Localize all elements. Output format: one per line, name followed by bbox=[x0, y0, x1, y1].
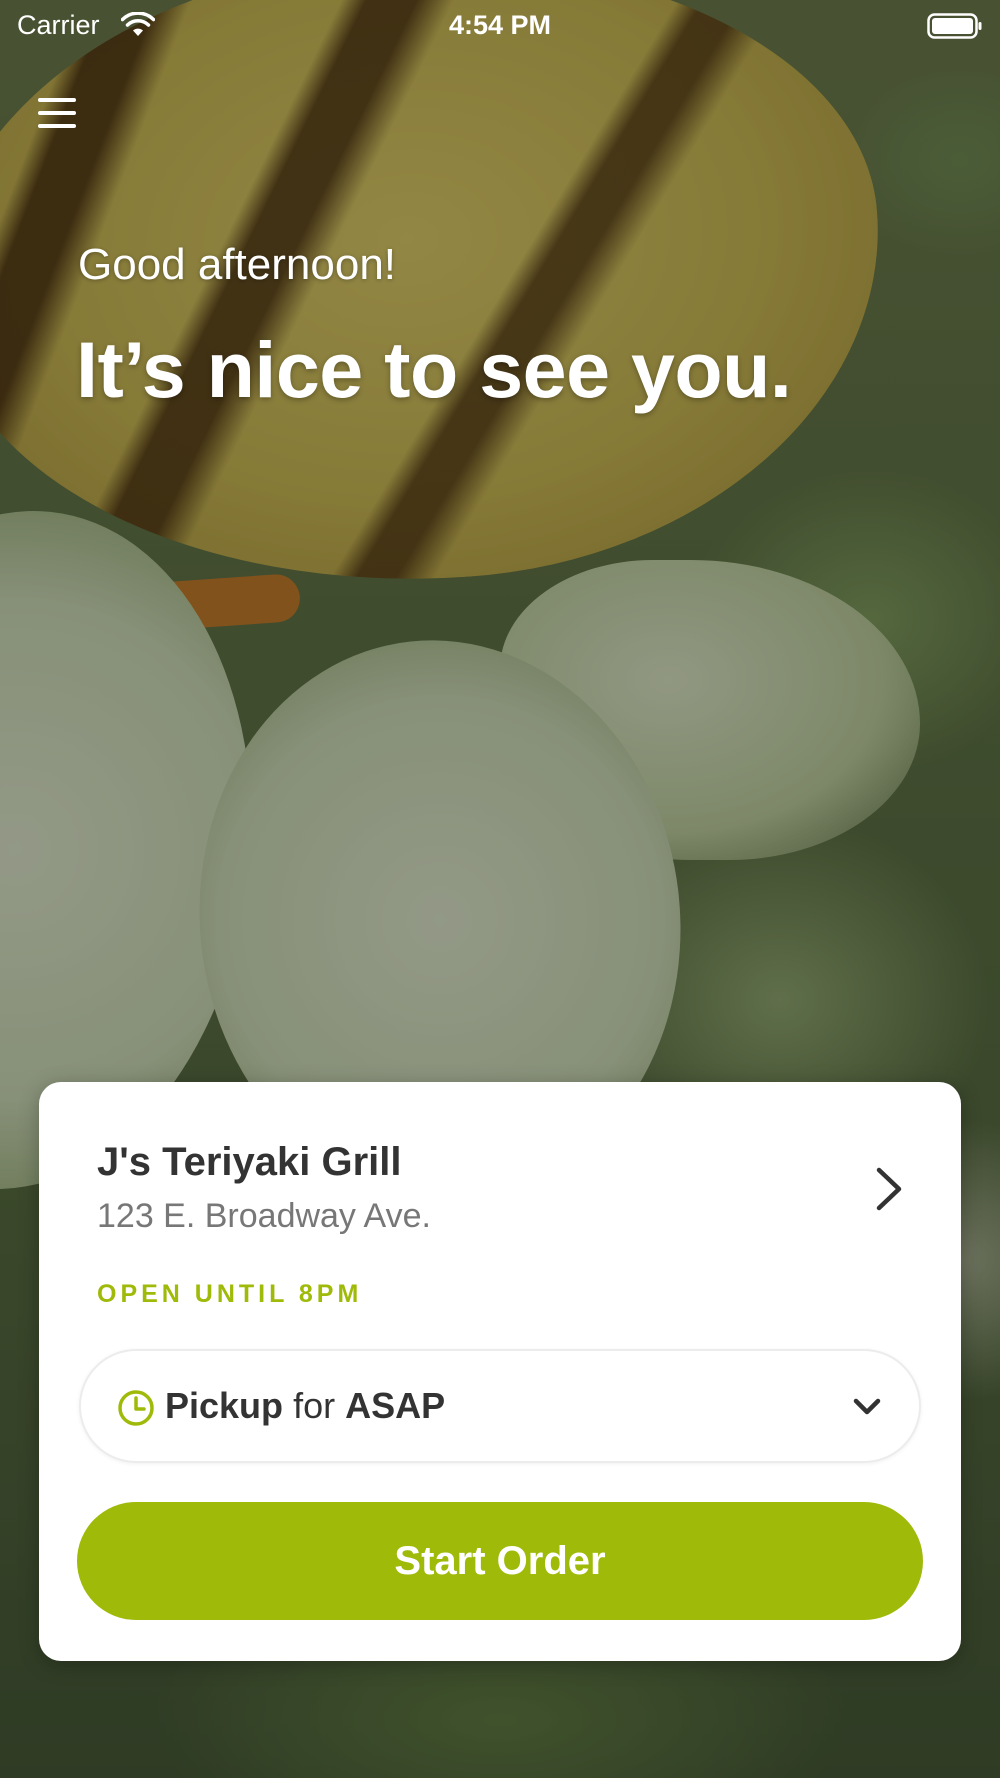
chevron-right-icon[interactable] bbox=[869, 1164, 909, 1214]
clock-icon bbox=[118, 1390, 154, 1426]
start-order-button[interactable]: Start Order bbox=[77, 1502, 923, 1620]
battery-icon bbox=[927, 13, 982, 39]
location-card: J's Teriyaki Grill 123 E. Broadway Ave. … bbox=[39, 1082, 961, 1661]
greeting-headline: It’s nice to see you. bbox=[76, 325, 792, 414]
restaurant-name[interactable]: J's Teriyaki Grill bbox=[97, 1140, 402, 1185]
menu-line bbox=[38, 124, 76, 128]
status-time: 4:54 PM bbox=[448, 10, 552, 40]
greeting-salutation: Good afternoon! bbox=[78, 240, 397, 289]
menu-line bbox=[38, 98, 76, 102]
chevron-down-icon bbox=[853, 1398, 881, 1415]
hamburger-menu-icon[interactable] bbox=[28, 86, 88, 140]
menu-line bbox=[38, 111, 76, 115]
order-mode-label: Pickup for ASAP bbox=[165, 1385, 445, 1427]
status-bar: Carrier 4:54 PM bbox=[0, 0, 1000, 50]
order-method: Pickup bbox=[165, 1385, 284, 1426]
order-time: ASAP bbox=[345, 1385, 446, 1426]
order-mode-selector[interactable]: Pickup for ASAP bbox=[79, 1349, 921, 1463]
hours-status: OPEN UNTIL 8PM bbox=[97, 1280, 363, 1308]
restaurant-address[interactable]: 123 E. Broadway Ave. bbox=[97, 1197, 431, 1236]
order-connector: for bbox=[293, 1385, 336, 1426]
